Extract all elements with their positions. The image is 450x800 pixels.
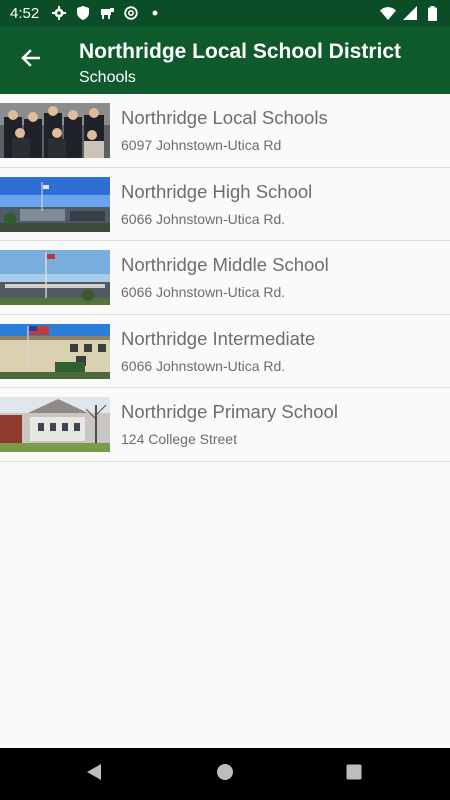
middle-school-photo — [0, 250, 110, 305]
school-name: Northridge Local Schools — [121, 107, 328, 128]
back-triangle-icon — [86, 763, 102, 786]
app-bar: Northridge Local School District Schools — [0, 26, 450, 94]
list-item[interactable]: Northridge High School 6066 Johnstown-Ut… — [0, 167, 450, 241]
school-name: Northridge Middle School — [121, 254, 329, 275]
recents-square-icon — [346, 764, 362, 785]
home-circle-icon — [216, 763, 234, 786]
status-right — [380, 5, 440, 21]
list-item[interactable]: Northridge Intermediate 6066 Johnstown-U… — [0, 314, 450, 388]
school-name: Northridge Primary School — [121, 401, 338, 422]
school-list: Northridge Local Schools 6097 Johnstown-… — [0, 94, 450, 462]
status-time: 4:52 — [10, 4, 40, 22]
at-sign-icon — [123, 5, 139, 21]
dot-icon — [147, 5, 163, 21]
primary-school-photo — [0, 397, 110, 452]
list-item[interactable]: Northridge Local Schools 6097 Johnstown-… — [0, 94, 450, 168]
page-title: Northridge Local School District — [79, 40, 402, 63]
nav-home-button[interactable] — [215, 763, 235, 786]
system-nav-bar — [0, 748, 450, 800]
school-address: 6066 Johnstown-Utica Rd. — [121, 210, 286, 227]
nav-recents-button[interactable] — [344, 764, 364, 784]
school-name: Northridge High School — [121, 180, 313, 202]
nav-back-button[interactable] — [84, 763, 104, 786]
school-address: 124 College Street — [121, 431, 237, 447]
school-address: 6066 Johnstown-Utica Rd. — [121, 357, 286, 374]
school-address: 6066 Johnstown-Utica Rd. — [121, 284, 286, 300]
intermediate-school-photo — [0, 323, 110, 379]
gear-icon — [51, 5, 67, 21]
list-item[interactable]: Northridge Middle School 6066 Johnstown-… — [0, 241, 450, 315]
status-bar: 4:52 — [0, 0, 450, 26]
shield-icon — [75, 5, 91, 21]
board-members-photo — [0, 103, 110, 158]
wifi-icon — [380, 5, 396, 21]
battery-icon — [424, 5, 440, 21]
school-name: Northridge Intermediate — [121, 327, 316, 349]
list-item[interactable]: Northridge Primary School 124 College St… — [0, 388, 450, 462]
back-button[interactable] — [12, 42, 48, 78]
cow-icon — [99, 5, 115, 21]
arrow-left-icon — [20, 48, 41, 72]
status-left: 4:52 — [10, 5, 163, 22]
page-subtitle: Schools — [79, 69, 136, 86]
signal-icon — [402, 5, 418, 21]
school-address: 6097 Johnstown-Utica Rd — [121, 137, 282, 153]
high-school-photo — [0, 176, 110, 232]
